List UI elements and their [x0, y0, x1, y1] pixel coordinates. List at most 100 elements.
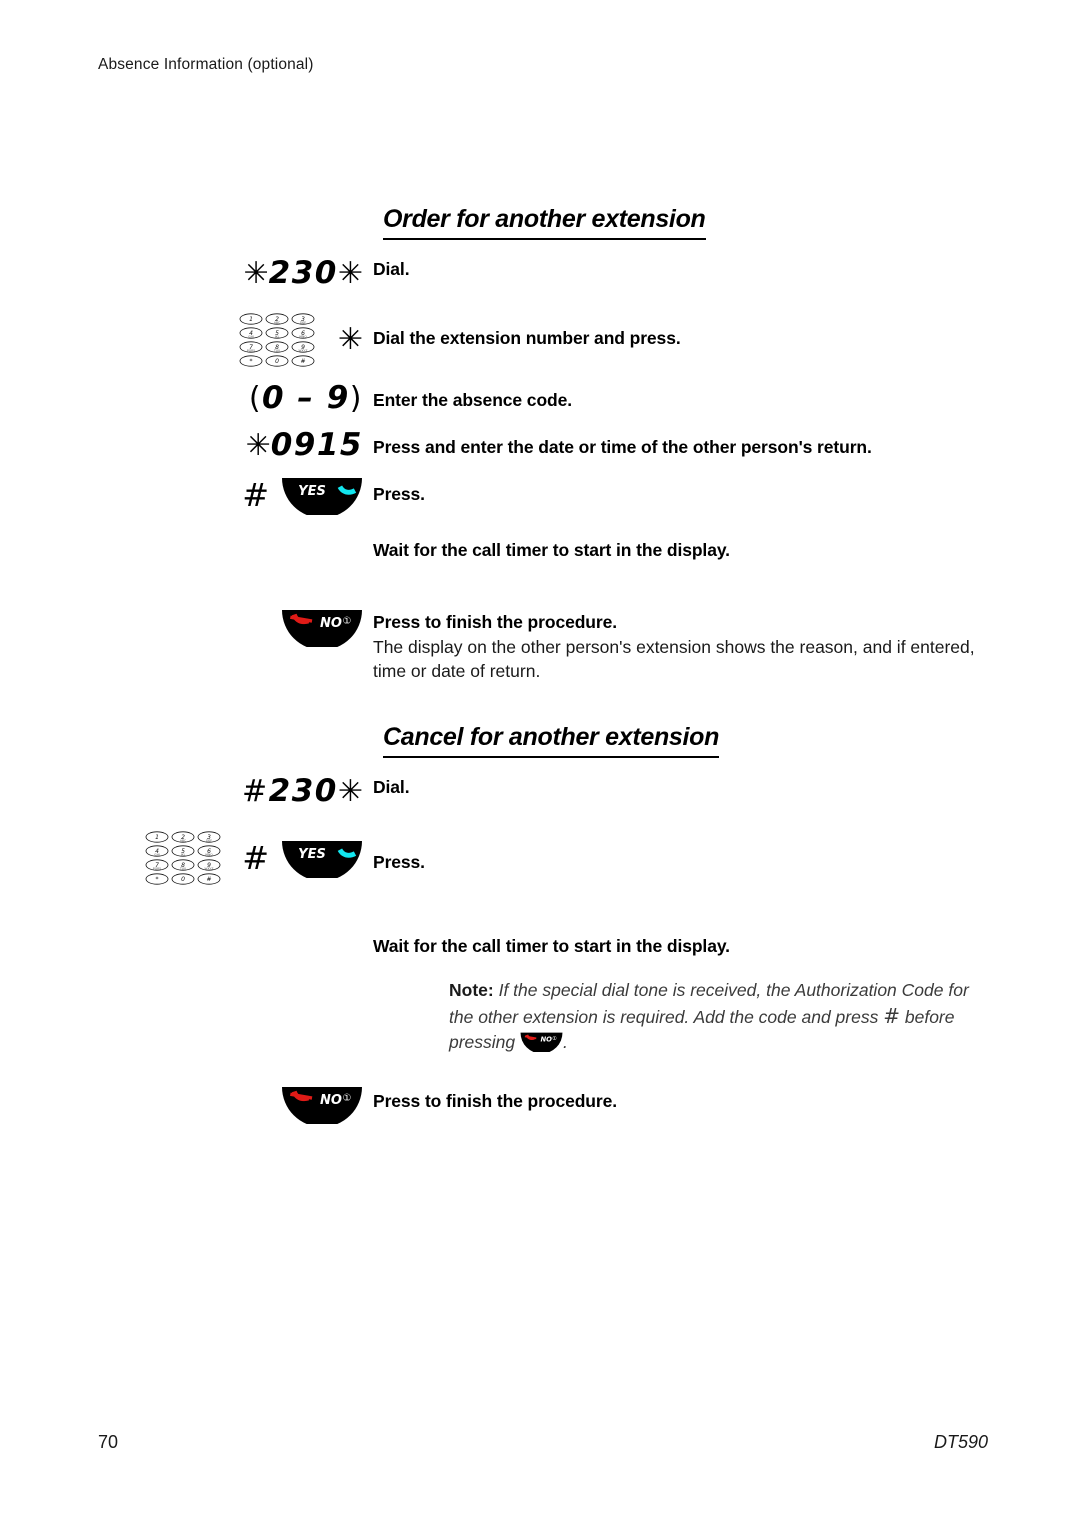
step-keys: # YES [98, 475, 373, 518]
svg-text:PQRS: PQRS [153, 866, 161, 870]
step-keys: ✳230✳ [98, 258, 373, 289]
svg-text:PQRS: PQRS [247, 349, 255, 353]
hash-glyph-icon: # [883, 1003, 900, 1028]
step-label: Press to finish the procedure. [373, 611, 617, 632]
dial-code-order: ✳230✳ [244, 258, 364, 289]
yes-softkey-icon[interactable]: YES [281, 838, 363, 881]
step-cancel-dial: #230✳ Dial. [98, 773, 988, 809]
svg-text:ABC: ABC [274, 321, 280, 325]
yes-softkey-icon[interactable]: YES [281, 475, 363, 518]
step-keys: ✳0915 [98, 430, 373, 461]
absence-code-range: (0 – 9) [249, 383, 363, 414]
step-description: Wait for the call timer to start in the … [373, 935, 988, 959]
keypad-icon: 123 456 789 * 0 # ABC DEF GHI JKL MNO PQRS TUV… [144, 829, 230, 887]
svg-text:ABC: ABC [180, 838, 186, 842]
svg-text:DEF: DEF [300, 321, 306, 325]
svg-text:*: * [249, 358, 252, 365]
star-glyph-icon: ✳ [337, 773, 363, 809]
star-key-glyph-icon: ✳ [337, 322, 363, 357]
yes-softkey-label: YES [298, 847, 326, 862]
step-label: Dial. [373, 259, 410, 279]
svg-text:0: 0 [181, 876, 185, 883]
note-row: Note: If the special dial tone is receiv… [98, 978, 988, 1054]
svg-text:1: 1 [249, 316, 253, 323]
section-heading-order: Order for another extension [383, 205, 706, 240]
dial-digits: 230 [268, 255, 338, 291]
time-code: ✳0915 [246, 430, 363, 461]
dial-code-cancel: #230✳ [242, 773, 363, 809]
no-softkey-icon[interactable]: NO ① [281, 1084, 363, 1128]
step-description: Press and enter the date or time of the … [373, 430, 988, 460]
svg-text:#: # [300, 358, 305, 365]
step-cancel-wait-timer: Wait for the call timer to start in the … [98, 935, 988, 959]
note-label: Note: [449, 980, 494, 1001]
step-keys: #230✳ [98, 773, 373, 809]
step-label: Wait for the call timer to start in the … [373, 540, 730, 560]
no-softkey-badge: ① [552, 1036, 557, 1042]
step-description: Wait for the call timer to start in the … [373, 539, 988, 563]
svg-text:MNO: MNO [206, 852, 214, 856]
step-keys: NO ① [98, 1084, 373, 1128]
section-heading-cancel-row: Cancel for another extension [383, 723, 988, 758]
step-label: Press and enter the date or time of the … [373, 437, 872, 457]
footer-page-number: 70 [98, 1432, 119, 1452]
svg-text:*: * [156, 876, 159, 883]
note-text: Note: If the special dial tone is receiv… [449, 978, 988, 1054]
star-glyph-icon: ✳ [245, 428, 271, 463]
svg-text:GHI: GHI [154, 852, 160, 856]
step-label: Dial. [373, 776, 410, 797]
paren-open: ( [248, 381, 263, 416]
svg-text:TUV: TUV [273, 349, 281, 353]
step-label: Press. [373, 484, 425, 504]
no-softkey-label: NO [541, 1036, 553, 1044]
star-glyph-icon: ✳ [337, 256, 363, 291]
keypad-icon: 123 456 789 * 0 # ABC DEF GHI JKL MNO PQRS TUV… [238, 311, 324, 369]
step-order-wait-timer: Wait for the call timer to start in the … [98, 539, 988, 563]
time-code-digits: 0915 [270, 427, 363, 463]
no-softkey-icon-inline[interactable]: NO ① [520, 1031, 563, 1054]
no-softkey-label: NO [320, 616, 342, 631]
step-description: Dial. [373, 258, 988, 282]
no-softkey-icon[interactable]: NO ① [281, 607, 363, 650]
step-label: Press to finish the procedure. [373, 1091, 617, 1112]
svg-text:0: 0 [275, 358, 279, 365]
star-glyph-icon: ✳ [243, 256, 269, 291]
note-body-3: . [563, 1032, 568, 1053]
paren-close: ) [349, 381, 363, 416]
no-softkey-label: NO [320, 1093, 342, 1108]
step-label: Press. [373, 851, 425, 872]
section-heading-order-row: Order for another extension [383, 205, 988, 240]
hash-key-glyph-icon: # [242, 476, 269, 514]
yes-softkey-label: YES [298, 484, 326, 499]
svg-text:WXYZ: WXYZ [298, 349, 307, 353]
step-description: Press to finish the procedure. The displ… [373, 607, 988, 683]
svg-text:DEF: DEF [206, 838, 212, 842]
step-label: Wait for the call timer to start in the … [373, 935, 730, 956]
step-keys: NO ① [98, 607, 373, 650]
svg-text:WXYZ: WXYZ [205, 866, 214, 870]
step-order-press-yes: # YES Press. [98, 475, 988, 518]
step-order-press-no: NO ① Press to finish the procedure. The … [98, 607, 988, 683]
step-description: Dial the extension number and press. [373, 311, 988, 351]
note-block: Note: If the special dial tone is receiv… [373, 978, 988, 1054]
no-softkey-badge: ① [343, 1093, 352, 1104]
step-label: Dial the extension number and press. [373, 328, 681, 348]
step-cancel-press-yes: 123 456 789 * 0 # ABC DEF GHI JKL MNO PQRS TUV… [98, 829, 988, 887]
page-content: Order for another extension ✳230✳ Dial. [98, 205, 988, 1128]
step-description: Dial. [373, 776, 988, 800]
absence-range-digits: 0 – 9 [262, 380, 350, 416]
step-description: Press. [373, 829, 988, 875]
step-keys: 123 456 789 * 0 # ABC DEF GHI JKL MNO PQRS TUV… [98, 829, 373, 887]
footer-model-name: DT590 [933, 1432, 988, 1452]
step-cancel-press-no: NO ① Press to finish the procedure. [98, 1084, 988, 1128]
step-keys: 123 456 789 * 0 # ABC DEF GHI JKL MNO PQRS TUV… [98, 311, 373, 369]
svg-text:MNO: MNO [299, 335, 307, 339]
step-description: Press to finish the procedure. [373, 1084, 988, 1114]
step-detail: The display on the other person's extens… [373, 637, 975, 681]
hash-key-glyph-icon: # [242, 838, 269, 877]
svg-text:1: 1 [155, 834, 159, 841]
step-order-absence-code: (0 – 9) Enter the absence code. [98, 383, 988, 414]
svg-text:GHI: GHI [248, 335, 254, 339]
svg-text:JKL: JKL [180, 852, 186, 856]
svg-text:JKL: JKL [274, 335, 280, 339]
